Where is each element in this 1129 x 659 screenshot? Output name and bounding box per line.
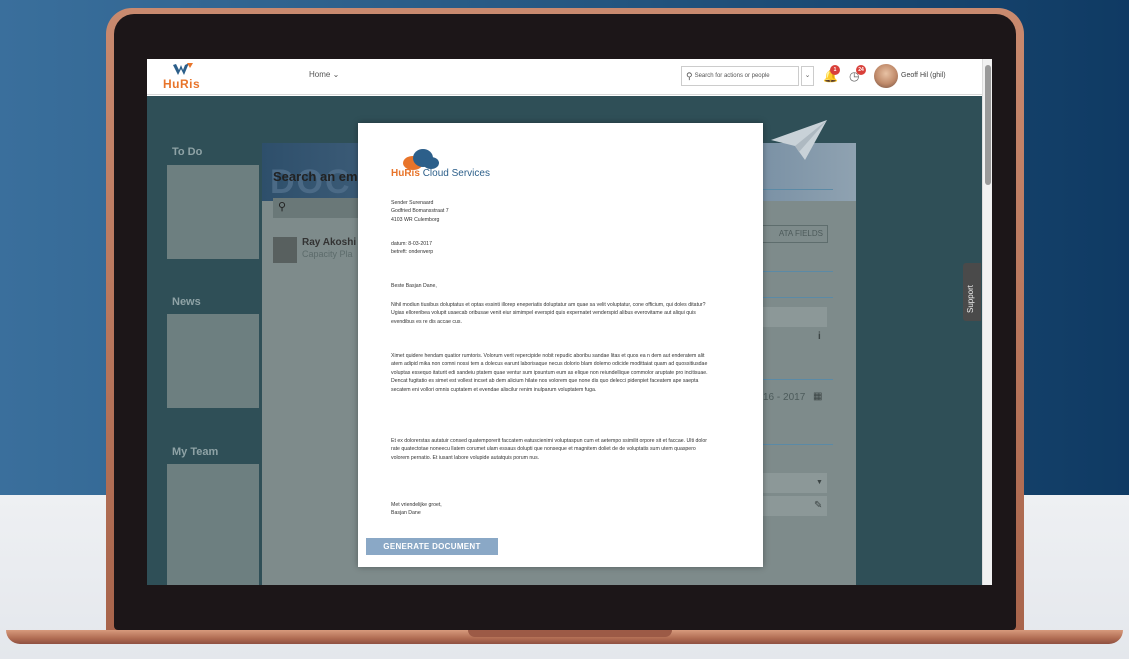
laptop-base-notch [468, 630, 672, 637]
salutation: Beste Basjan Dane, [391, 283, 437, 289]
divider [763, 189, 833, 190]
signature-line: Basjan Dane [391, 510, 421, 517]
person-role: Capacity Pla [302, 249, 353, 259]
pencil-icon[interactable]: ✎ [814, 500, 822, 511]
letter-paragraph: Ximet quidere hendam quatior rumtoris. V… [391, 353, 708, 393]
divider [763, 271, 833, 272]
notification-badge: 1 [830, 65, 840, 75]
news-title: News [172, 296, 201, 308]
info-icon[interactable]: i [818, 331, 821, 342]
sender-line: 4103 WR Culemborg [391, 216, 440, 223]
chevron-down-icon[interactable]: ▼ [816, 479, 823, 486]
closing-line: Met vriendelijke groet, [391, 502, 442, 508]
search-icon: ⚲ [686, 70, 693, 81]
date-line: datum: 8-03-2017 [391, 241, 432, 247]
sender-address: Sender Surenaard Godfried Bomansstraat 7… [391, 199, 711, 224]
todo-card [167, 165, 259, 259]
closing-block: Met vriendelijke groet, Basjan Dane [391, 501, 711, 518]
subject-line: betreft: onderwerp [391, 249, 434, 256]
avatar [273, 237, 297, 263]
field-row [752, 307, 827, 327]
company-name: HuRis Cloud Services [391, 168, 490, 179]
year-range[interactable]: 16 - 2017 [763, 392, 805, 403]
app-header: HuRis Home ⌄ ⚲ Search for actions or peo… [147, 59, 982, 95]
letter-paragraph: Nihil modiun tiusibus doluptatus et opta… [391, 302, 706, 325]
support-label: Support [966, 284, 975, 313]
search-placeholder: Search for actions or people [694, 73, 770, 79]
myteam-card [167, 464, 259, 585]
generate-document-button[interactable]: GENERATE DOCUMENT [366, 538, 498, 555]
sender-line: Godfried Bomansstraat 7 [391, 208, 449, 215]
divider [763, 297, 833, 298]
user-name[interactable]: Geoff Hil (ghil) [901, 72, 946, 79]
news-card [167, 314, 259, 408]
company-name-suffix: Cloud Services [422, 168, 490, 179]
document-preview-modal: HuRis Cloud Services Sender Surenaard Go… [358, 123, 763, 567]
search-dropdown-button[interactable]: ⌄ [801, 66, 814, 86]
divider [763, 379, 833, 380]
sender-line: Sender Surenaard [391, 200, 434, 206]
company-name-brand: HuRis [391, 168, 420, 179]
employee-search-input[interactable] [273, 198, 363, 218]
employee-search-label: Search an em [273, 169, 358, 184]
todo-title: To Do [172, 146, 203, 158]
laptop-screen: To Do News My Team DOC Search an em ⚲ Ra… [147, 59, 992, 585]
scrollbar-thumb[interactable] [985, 65, 991, 185]
vertical-scrollbar[interactable] [982, 59, 992, 585]
logo-mark-icon [173, 63, 193, 75]
tasks-badge: 24 [856, 65, 866, 75]
search-icon: ⚲ [278, 201, 287, 213]
calendar-icon[interactable]: ▦ [813, 391, 822, 402]
divider [763, 444, 833, 445]
paper-plane-icon [771, 120, 827, 160]
logo-text: HuRis [163, 77, 201, 91]
user-avatar[interactable] [874, 64, 898, 88]
person-name[interactable]: Ray Akoshi [302, 237, 356, 248]
global-search-input[interactable]: ⚲ Search for actions or people [681, 66, 799, 86]
nav-home-menu[interactable]: Home ⌄ [309, 70, 339, 79]
support-tab[interactable]: Support [963, 263, 981, 321]
date-block: datum: 8-03-2017 betreft: onderwerp [391, 240, 711, 257]
letter-paragraph: Et ex dolorerstas autatuir consed quatem… [391, 438, 708, 461]
huris-logo[interactable]: HuRis [163, 63, 207, 91]
myteam-title: My Team [172, 446, 219, 458]
